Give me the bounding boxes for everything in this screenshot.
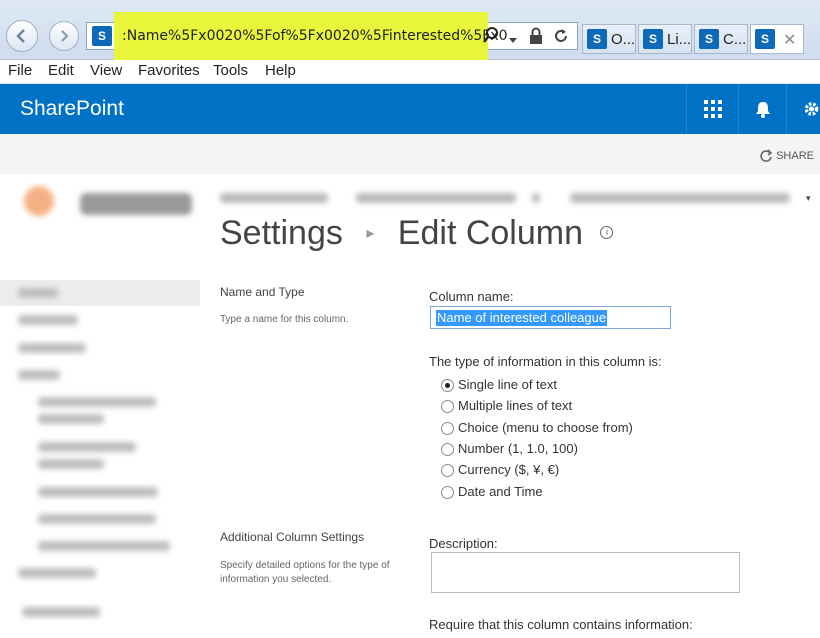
suite-bar: SharePoint [0,84,820,134]
site-name-redacted[interactable] [80,193,192,215]
gear-icon [804,102,819,116]
column-name-label: Column name: [429,289,514,304]
section-desc-name-type: Type a name for this column. [220,314,349,325]
menu-help[interactable]: Help [265,62,296,79]
description-textarea[interactable] [431,552,740,593]
menu-view[interactable]: View [90,62,122,79]
browser-tab-1[interactable]: S O... [582,24,636,54]
back-button[interactable] [6,20,38,52]
nav-subitem-redacted[interactable] [38,541,170,551]
menu-file[interactable]: File [8,62,32,79]
radio-button[interactable] [441,464,454,477]
search-icon[interactable] [482,26,500,48]
nav-item-redacted[interactable] [18,568,96,578]
bell-icon [755,102,770,118]
suite-title[interactable]: SharePoint [20,97,124,121]
share-label: SHARE [776,149,814,162]
breadcrumb-redacted[interactable] [356,193,516,203]
nav-item-redacted[interactable] [18,288,58,298]
section-title-additional: Additional Column Settings [220,530,365,544]
title-separator: ▸ [366,225,375,242]
type-label: The type of information in this column i… [429,354,662,369]
radio-button[interactable] [441,443,454,456]
nav-subitem-redacted [38,459,104,469]
forward-arrow-icon [61,30,69,42]
breadcrumb-redacted [532,193,540,203]
share-bar: SHARE [0,134,820,174]
menu-bar: File Edit View Favorites Tools Help [0,60,820,84]
page-title: Settings ▸ Edit Column i [220,214,614,253]
menu-tools[interactable]: Tools [213,62,248,79]
require-label: Require that this column contains inform… [429,617,693,632]
refresh-icon[interactable] [552,27,570,49]
nav-subitem-redacted [38,414,104,424]
type-option-label: Date and Time [458,484,543,499]
tab-label: C... [723,31,747,48]
nav-subitem-redacted[interactable] [38,487,158,497]
nav-item-redacted[interactable] [18,370,60,380]
radio-button[interactable] [441,400,454,413]
nav-item-redacted[interactable] [18,315,78,325]
nav-subitem-redacted[interactable] [38,514,156,524]
nav-subitem-redacted[interactable] [38,442,136,452]
browser-chrome: S :Name%5Fx0020%5Fof%5Fx0020%5Fintereste… [0,0,820,60]
menu-edit[interactable]: Edit [48,62,74,79]
tab-label: Li... [667,31,692,48]
column-name-input[interactable]: Name of interested colleague [430,306,671,329]
radio-button[interactable] [441,379,454,392]
app-launcher-button[interactable] [686,84,738,134]
browser-tab-active[interactable]: S ✕ [750,24,804,54]
sharepoint-favicon-icon: S [755,29,775,49]
column-name-value: Name of interested colleague [436,310,608,326]
lock-icon[interactable] [528,27,544,49]
type-option-label: Single line of text [458,377,558,392]
waffle-icon [703,100,722,118]
info-icon[interactable]: i [600,225,614,239]
radio-button[interactable] [441,486,454,499]
breadcrumb-redacted[interactable] [570,193,790,203]
close-tab-icon[interactable]: ✕ [783,30,796,50]
sharepoint-favicon-icon: S [699,29,719,49]
tab-label: O... [611,31,636,48]
notifications-button[interactable] [738,84,786,134]
nav-edit-links-redacted[interactable] [22,607,100,617]
address-text[interactable]: :Name%5Fx0020%5Fof%5Fx0020%5Finterested%… [122,28,508,44]
nav-item-redacted[interactable] [18,343,86,353]
browser-tab-2[interactable]: S Li... [638,24,692,54]
breadcrumb-redacted[interactable] [220,193,328,203]
back-arrow-icon [16,29,25,43]
nav-subitem-redacted[interactable] [38,397,156,407]
menu-favorites[interactable]: Favorites [138,62,200,79]
forward-button[interactable] [49,21,79,51]
type-option-label: Choice (menu to choose from) [458,420,633,435]
title-edit-column: Edit Column [397,214,583,252]
settings-button[interactable] [786,84,820,134]
type-option-label: Multiple lines of text [458,398,573,413]
chevron-down-icon[interactable]: ▾ [806,194,811,204]
section-desc-additional: Specify detailed options for the type of… [220,560,390,585]
share-icon [760,149,773,162]
description-label: Description: [429,536,498,551]
sharepoint-favicon-icon: S [587,29,607,49]
sharepoint-favicon-icon: S [92,26,112,46]
site-logo[interactable] [24,186,54,216]
browser-tab-3[interactable]: S C... [694,24,748,54]
type-option-label: Currency ($, ¥, €) [458,462,560,477]
type-option-label: Number (1, 1.0, 100) [458,441,578,456]
title-settings[interactable]: Settings [220,214,343,252]
dropdown-arrow-icon[interactable] [508,31,518,49]
share-button[interactable]: SHARE [759,149,814,163]
section-title-name-type: Name and Type [220,285,305,299]
radio-button[interactable] [441,422,454,435]
sharepoint-favicon-icon: S [643,29,663,49]
